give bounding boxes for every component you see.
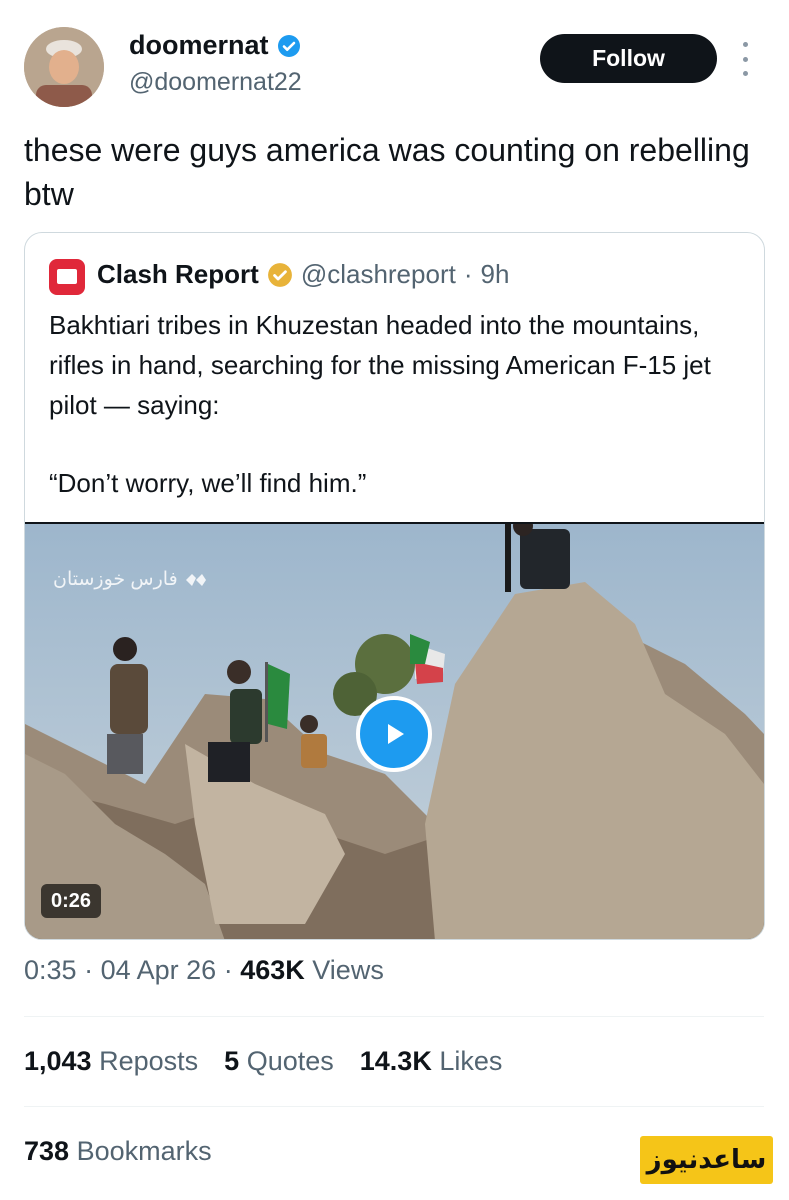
- views-label: Views: [312, 955, 384, 985]
- quoted-author-handle[interactable]: @clashreport: [301, 259, 456, 290]
- likes-label: Likes: [439, 1046, 503, 1076]
- quoted-age: 9h: [480, 259, 510, 289]
- tweet-date[interactable]: 04 Apr 26: [101, 955, 217, 985]
- watermark-text: فارس خوزستان: [53, 569, 178, 590]
- meta-separator: ·: [84, 955, 94, 985]
- quoted-author-name[interactable]: Clash Report: [97, 259, 259, 290]
- views-count: 463K: [240, 955, 305, 985]
- tweet-text: these were guys america was counting on …: [24, 132, 750, 212]
- meta-separator: ·: [223, 955, 233, 985]
- reposts-stat[interactable]: 1,043 Reposts: [24, 1046, 198, 1077]
- quoted-header: Clash Report @clashreport · 9h: [97, 259, 509, 290]
- bookmarks-stat[interactable]: 738 Bookmarks: [24, 1136, 212, 1167]
- verified-badge-icon: [277, 34, 300, 57]
- site-watermark-logo: ساعدنیوز: [640, 1136, 773, 1184]
- reposts-label: Reposts: [99, 1046, 199, 1076]
- follow-button[interactable]: Follow: [540, 34, 717, 83]
- author-name-text[interactable]: doomernat: [129, 30, 269, 61]
- quoted-separator: ·: [463, 259, 473, 289]
- likes-stat[interactable]: 14.3K Likes: [360, 1046, 503, 1077]
- quotes-stat[interactable]: 5 Quotes: [224, 1046, 334, 1077]
- more-options-icon[interactable]: [738, 42, 752, 76]
- play-button[interactable]: [356, 696, 432, 772]
- bookmarks-label: Bookmarks: [76, 1136, 212, 1166]
- divider: [24, 1016, 764, 1017]
- reposts-count: 1,043: [24, 1046, 92, 1076]
- quoted-quote: “Don’t worry, we’ll find him.”: [49, 468, 367, 498]
- video-player[interactable]: فارس خوزستان 0:26: [25, 522, 764, 939]
- likes-count: 14.3K: [359, 1046, 432, 1076]
- watermark-logo-icon: [185, 573, 206, 586]
- tweet-meta: 0:35 · 04 Apr 26 · 463K Views: [24, 955, 384, 986]
- author-avatar[interactable]: [24, 27, 104, 107]
- gold-verified-badge-icon: [267, 262, 292, 287]
- author-handle[interactable]: @doomernat22: [129, 68, 302, 97]
- video-duration: 0:26: [41, 884, 102, 918]
- clash-report-logo-icon: [49, 259, 85, 295]
- video-watermark: فارس خوزستان: [53, 568, 208, 591]
- quoted-tweet[interactable]: Clash Report @clashreport · 9h Bakhtiari…: [24, 232, 765, 940]
- bookmarks-count: 738: [24, 1136, 70, 1166]
- author-name[interactable]: doomernat: [129, 30, 301, 61]
- engagement-stats: 1,043 Reposts 5 Quotes 14.3K Likes: [24, 1046, 502, 1077]
- quotes-label: Quotes: [246, 1046, 334, 1076]
- play-icon: [388, 724, 404, 744]
- quotes-count: 5: [224, 1046, 240, 1076]
- tweet-time[interactable]: 0:35: [24, 955, 77, 985]
- divider: [24, 1106, 764, 1107]
- quoted-body: Bakhtiari tribes in Khuzestan headed int…: [49, 310, 711, 420]
